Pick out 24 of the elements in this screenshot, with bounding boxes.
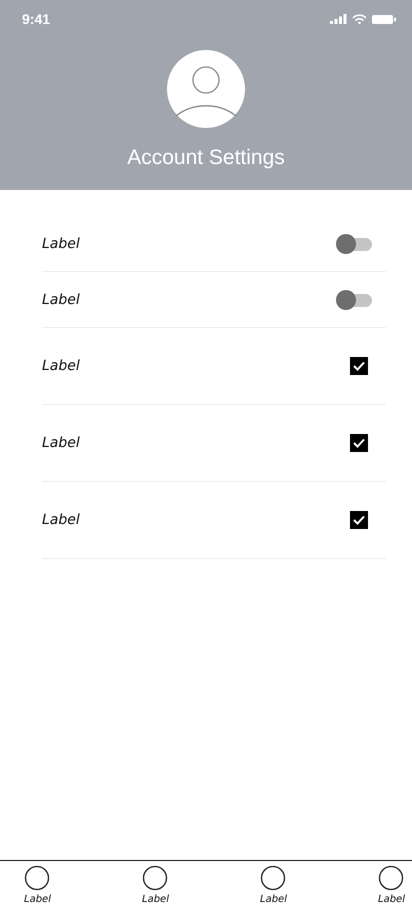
circle-icon [24, 865, 50, 891]
avatar-icon [167, 50, 245, 128]
tab-item[interactable]: Label [378, 861, 405, 917]
circle-icon [260, 865, 286, 891]
toggle-switch[interactable] [336, 234, 372, 254]
wifi-icon [352, 14, 367, 24]
tab-item[interactable]: Label [142, 861, 169, 917]
battery-icon [372, 14, 396, 24]
status-time: 9:41 [22, 11, 50, 27]
setting-label: Label [42, 435, 80, 451]
circle-icon [142, 865, 168, 891]
setting-label: Label [42, 236, 80, 252]
checkbox[interactable] [350, 434, 368, 452]
checkbox[interactable] [350, 511, 368, 529]
tab-item[interactable]: Label [24, 861, 51, 917]
toggle-switch[interactable] [336, 290, 372, 310]
setting-label: Label [42, 358, 80, 374]
circle-icon [378, 865, 404, 891]
page-title: Account Settings [127, 146, 285, 170]
setting-label: Label [42, 512, 80, 528]
tab-item[interactable]: Label [260, 861, 287, 917]
signal-icon [330, 14, 347, 24]
checkbox[interactable] [350, 357, 368, 375]
setting-label: Label [42, 292, 80, 308]
